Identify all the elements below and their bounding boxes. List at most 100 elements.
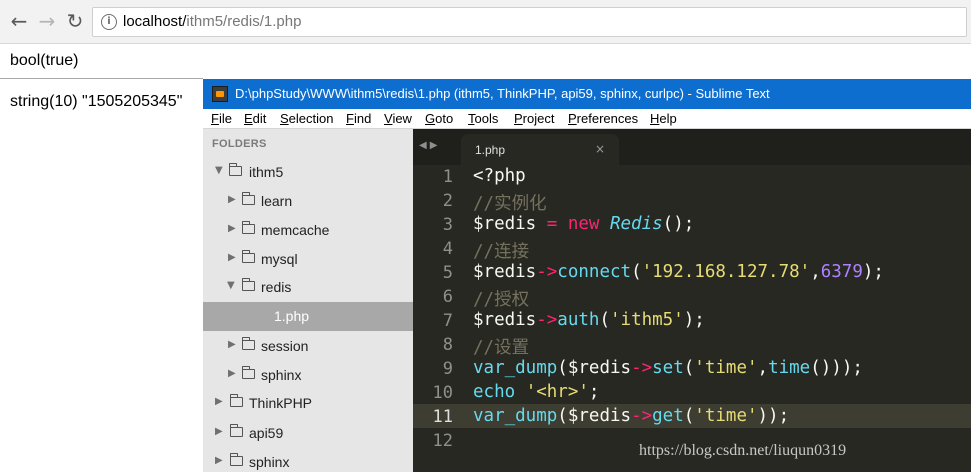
tree-item-label: ThinkPHP (249, 395, 313, 411)
back-arrow-icon[interactable]: ← (8, 10, 30, 32)
code-token: ( (557, 358, 568, 378)
chevron-down-icon[interactable]: ▼ (215, 165, 223, 176)
chevron-right-icon[interactable]: ▶ (228, 194, 236, 205)
folder-icon (229, 394, 243, 407)
menu-preferences[interactable]: Preferences (568, 111, 638, 126)
code-token: ; (588, 382, 600, 402)
chevron-right-icon[interactable]: ▶ (215, 426, 223, 437)
menu-file[interactable]: File (211, 111, 232, 126)
code-line-3: $redis = new Redis(); (473, 214, 694, 234)
code-string: '<hr>' (525, 382, 589, 402)
title-bar[interactable]: D:\phpStudy\WWW\ithm5\redis\1.php (ithm5… (203, 79, 971, 109)
folder-icon (229, 453, 243, 466)
folder-icon (241, 192, 255, 205)
code-line-9: var_dump($redis->set('time',time())); (473, 358, 863, 378)
tree-item-label: 1.php (274, 308, 310, 324)
chevron-right-icon[interactable]: ▶ (215, 396, 223, 407)
code-token: $redis (473, 262, 537, 282)
menu-selection[interactable]: Selection (280, 111, 333, 126)
code-line-10: echo '<hr>'; (473, 382, 599, 402)
tree-item-ithm5[interactable]: ▼ ithm5 (203, 158, 413, 187)
code-token: auth (557, 310, 600, 330)
menu-project[interactable]: Project (514, 111, 554, 126)
close-icon[interactable]: × (595, 142, 605, 156)
address-bar[interactable]: i localhost/ithm5/redis/1.php (92, 7, 967, 37)
chevron-right-icon[interactable]: ▶ (228, 368, 236, 379)
code-token: $redis (567, 358, 632, 378)
url-text[interactable]: localhost/ithm5/redis/1.php (123, 13, 301, 30)
tree-item-sphinx-root[interactable]: ▶ sphinx (203, 448, 413, 472)
line-number: 10 (432, 383, 453, 403)
tab-label: 1.php (475, 143, 506, 157)
watermark: https://blog.csdn.net/liuqun0319 (639, 442, 847, 459)
tree-item-label: memcache (261, 222, 330, 238)
folders-header: FOLDERS (212, 138, 267, 150)
forward-arrow-icon[interactable]: → (36, 10, 58, 32)
code-token: = (536, 214, 568, 234)
folder-icon (229, 424, 243, 437)
tree-item-label: session (261, 338, 309, 354)
horizontal-rule (0, 78, 203, 79)
line-number: 6 (442, 287, 453, 307)
code-string: 'ithm5' (610, 310, 684, 330)
menu-edit[interactable]: Edit (244, 111, 266, 126)
code-string: 'time' (694, 406, 758, 426)
code-number: 6379 (820, 262, 863, 282)
chevron-right-icon[interactable]: ▶ (228, 339, 236, 350)
chevron-right-icon[interactable]: ▶ (228, 223, 236, 234)
code-line-8: //设置 (473, 334, 529, 359)
tree-item-sphinx[interactable]: ▶ sphinx (203, 361, 413, 390)
reload-icon[interactable]: ↻ (64, 10, 86, 32)
chevron-right-icon[interactable]: ▶ (215, 455, 223, 466)
code-line-2: //实例化 (473, 190, 547, 215)
tree-item-label: redis (261, 279, 292, 295)
code-area[interactable]: <?php //实例化 $redis = new Redis(); //连接 $… (473, 165, 971, 472)
menu-view[interactable]: View (384, 111, 412, 126)
tree-item-memcache[interactable]: ▶ memcache (203, 216, 413, 245)
code-token: , (810, 262, 821, 282)
code-token: ); (862, 262, 884, 282)
code-token: ( (683, 406, 695, 426)
line-number-gutter: 1 2 3 4 5 6 7 8 9 10 11 12 (413, 165, 469, 472)
info-icon[interactable]: i (101, 14, 117, 30)
menu-bar: File Edit Selection Find View Goto Tools… (203, 109, 971, 129)
menu-tools[interactable]: Tools (468, 111, 498, 126)
code-comment: //设置 (473, 338, 530, 358)
chevron-down-icon[interactable]: ▼ (227, 280, 235, 291)
sublime-window: D:\phpStudy\WWW\ithm5\redis\1.php (ithm5… (203, 79, 971, 472)
line-number: 4 (442, 239, 453, 259)
tree-item-learn[interactable]: ▶ learn (203, 187, 413, 216)
code-token: connect (557, 262, 632, 282)
code-token: ( (557, 406, 568, 426)
code-line-4: //连接 (473, 238, 529, 263)
tree-item-thinkphp[interactable]: ▶ ThinkPHP (203, 389, 413, 418)
tab-nav-arrows-icon[interactable]: ◀▶ (419, 140, 440, 151)
line-number: 12 (432, 431, 453, 451)
tab-1php[interactable]: 1.php × (461, 134, 619, 165)
folder-open-icon (241, 278, 255, 291)
browser-toolbar: ← → ↻ i localhost/ithm5/redis/1.php (0, 0, 971, 44)
code-line-7: $redis->auth('ithm5'); (473, 310, 705, 330)
tree-item-api59[interactable]: ▶ api59 (203, 419, 413, 448)
tree-item-mysql[interactable]: ▶ mysql (203, 245, 413, 274)
tab-strip: ◀▶ 1.php × (413, 129, 971, 165)
code-line-6: //授权 (473, 286, 529, 311)
menu-find[interactable]: Find (346, 111, 371, 126)
menu-goto[interactable]: Goto (425, 111, 453, 126)
line-number: 1 (442, 167, 453, 187)
code-token: echo (473, 382, 516, 402)
url-host: localhost/ (123, 13, 187, 30)
tree-item-redis[interactable]: ▼ redis (203, 273, 413, 302)
code-line-1: <?php (473, 166, 526, 186)
tree-item-session[interactable]: ▶ session (203, 332, 413, 361)
code-token: -> (631, 406, 653, 426)
code-token: ())); (810, 358, 863, 378)
code-line-5: $redis->connect('192.168.127.78',6379); (473, 262, 884, 282)
tree-item-1php[interactable]: 1.php (203, 302, 413, 331)
code-token: ( (631, 262, 642, 282)
menu-help[interactable]: Help (650, 111, 677, 126)
chevron-right-icon[interactable]: ▶ (228, 252, 236, 263)
code-string: '192.168.127.78' (641, 262, 811, 282)
folder-icon (241, 366, 255, 379)
code-editor[interactable]: ◀▶ 1.php × 1 2 3 4 5 6 7 8 9 10 11 12 <?… (413, 129, 971, 472)
